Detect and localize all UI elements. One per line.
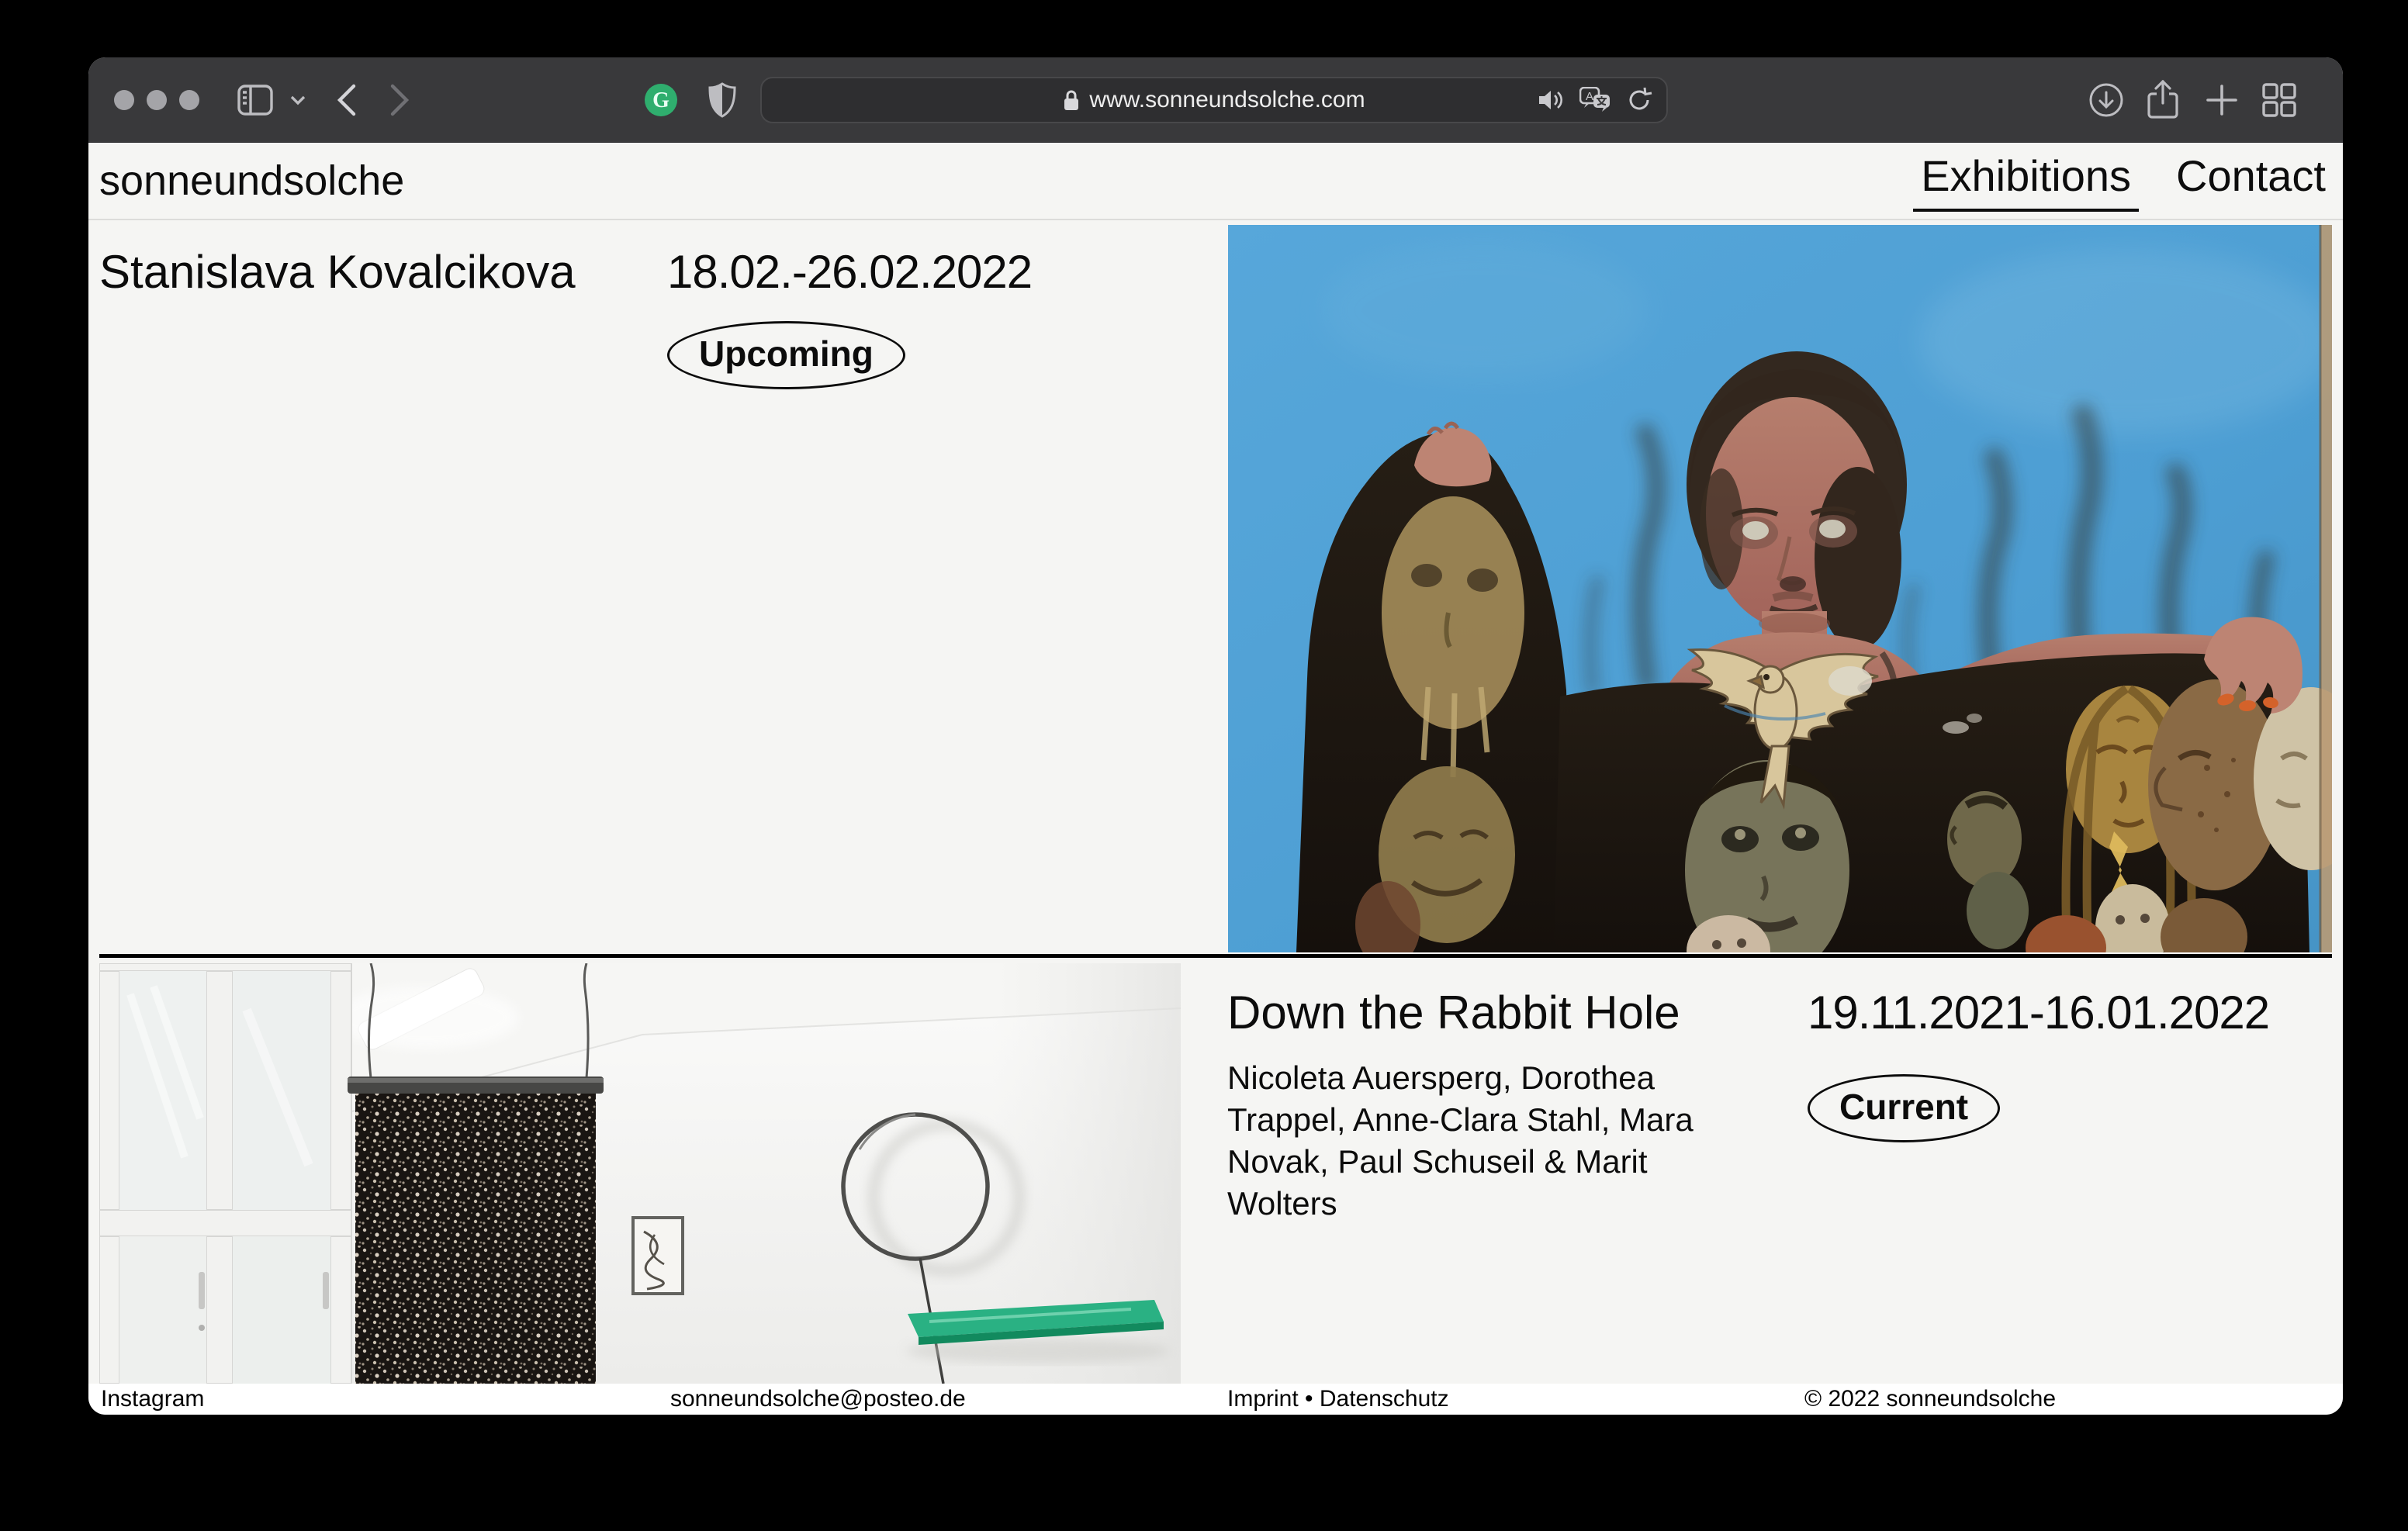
safari-window: G www.sonneundsolche.com — [88, 57, 2343, 1415]
exhibition-dates: 18.02.-26.02.2022 — [667, 245, 1032, 299]
footer-legal-links[interactable]: Imprint • Datenschutz — [1227, 1384, 1449, 1415]
zoom-window-button[interactable] — [179, 90, 199, 110]
exhibition-dates-current: 19.11.2021-16.01.2022 — [1808, 986, 2269, 1039]
site-logo[interactable]: sonneundsolche — [99, 157, 404, 205]
svg-text:A: A — [1586, 90, 1593, 103]
translate-icon[interactable]: A — [1579, 87, 1611, 113]
address-bar[interactable]: www.sonneundsolche.com A — [760, 77, 1668, 123]
site-header: sonneundsolche Exhibitions Contact — [88, 143, 2343, 220]
browser-toolbar: G www.sonneundsolche.com — [88, 57, 2343, 143]
exhibition-title[interactable]: Down the Rabbit Hole — [1227, 986, 1680, 1039]
back-button[interactable] — [335, 57, 358, 143]
sidebar-toggle-icon[interactable] — [237, 57, 273, 143]
privacy-shield-icon[interactable] — [708, 57, 737, 143]
exhibition-artwork-painting[interactable] — [1228, 225, 2332, 952]
nav-contact[interactable]: Contact — [2176, 150, 2326, 201]
site-footer: Instagram sonneundsolche@posteo.de Impri… — [88, 1384, 2343, 1415]
forward-button[interactable] — [388, 57, 411, 143]
exhibition-artist-name[interactable]: Stanislava Kovalcikova — [99, 245, 576, 299]
exhibition-upcoming-section: Stanislava Kovalcikova 18.02.-26.02.2022… — [88, 220, 2343, 954]
svg-text:G: G — [652, 88, 669, 112]
sidebar-chevron-icon[interactable] — [289, 57, 307, 143]
address-bar-domain: www.sonneundsolche.com — [1063, 87, 1365, 113]
exhibition-current-section: Down the Rabbit Hole 19.11.2021-16.01.20… — [88, 958, 2343, 1384]
exhibition-installation-photo[interactable] — [99, 963, 1181, 1384]
lock-icon — [1063, 88, 1080, 112]
footer-copyright: © 2022 sonneundsolche — [1804, 1384, 2056, 1415]
exhibition-artists-list: Nicoleta Auersperg, Dorothea Trappel, An… — [1227, 1057, 1732, 1225]
main-nav: Exhibitions Contact — [1921, 150, 2326, 212]
screenshot-stage: G www.sonneundsolche.com — [0, 0, 2408, 1531]
status-badge-current: Current — [1808, 1074, 2000, 1142]
minimize-window-button[interactable] — [147, 90, 167, 110]
grammarly-extension-icon[interactable]: G — [644, 57, 678, 143]
footer-email-link[interactable]: sonneundsolche@posteo.de — [670, 1384, 966, 1415]
tab-overview-icon[interactable] — [2261, 57, 2298, 143]
close-window-button[interactable] — [114, 90, 134, 110]
share-icon[interactable] — [2146, 57, 2180, 143]
mute-audio-icon[interactable] — [1538, 88, 1564, 112]
new-tab-icon[interactable] — [2205, 57, 2239, 143]
downloads-icon[interactable] — [2088, 57, 2124, 143]
reload-icon[interactable] — [1626, 86, 1652, 114]
footer-instagram-link[interactable]: Instagram — [101, 1384, 204, 1415]
status-badge-upcoming: Upcoming — [667, 321, 905, 389]
nav-exhibitions[interactable]: Exhibitions — [1913, 150, 2139, 212]
traffic-lights — [114, 90, 199, 110]
